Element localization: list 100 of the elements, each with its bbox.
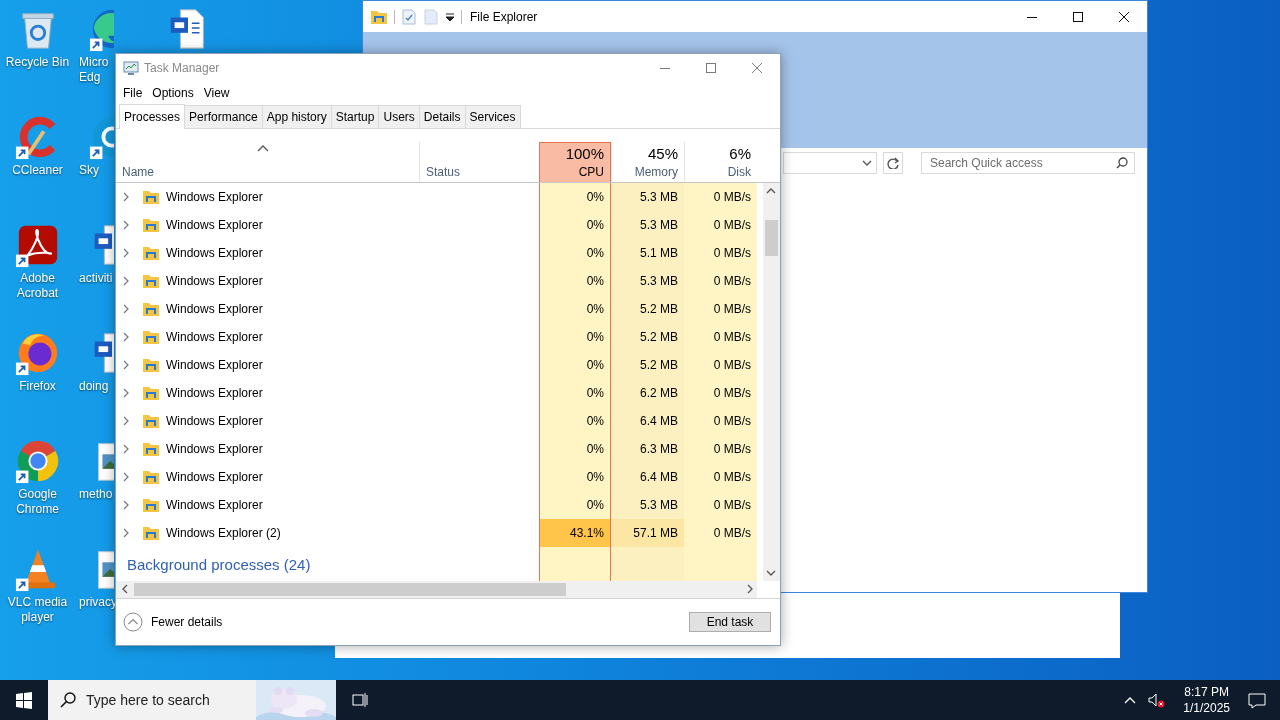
scrollbar-thumb[interactable] bbox=[134, 583, 566, 596]
refresh-button[interactable] bbox=[883, 152, 903, 174]
refresh-icon[interactable] bbox=[887, 157, 899, 169]
details-link[interactable]: Fewer details bbox=[151, 615, 223, 629]
chevron-right-icon[interactable] bbox=[122, 500, 130, 510]
chevron-right-icon[interactable] bbox=[122, 360, 130, 370]
table-cell bbox=[539, 547, 611, 581]
column-label: CPU bbox=[578, 165, 604, 179]
column-header[interactable]: Name bbox=[116, 142, 419, 182]
app-logo-icon[interactable] bbox=[14, 438, 61, 484]
table-cell: 6.2 MB bbox=[611, 379, 684, 407]
table-cell: 0 MB/s bbox=[684, 519, 757, 547]
scroll-right-icon[interactable] bbox=[746, 584, 754, 594]
collapse-circle-icon[interactable] bbox=[123, 612, 143, 632]
task-view-icon[interactable] bbox=[352, 692, 368, 708]
process-name: Windows Explorer bbox=[166, 330, 263, 344]
process-name: Windows Explorer bbox=[166, 218, 263, 232]
column-header[interactable]: 6% Disk bbox=[684, 142, 757, 182]
folder-icon bbox=[142, 216, 160, 234]
chevron-right-icon[interactable] bbox=[122, 388, 130, 398]
chevron-right-icon[interactable] bbox=[122, 248, 130, 258]
process-name: Windows Explorer bbox=[166, 302, 263, 316]
table-cell: 0 MB/s bbox=[684, 239, 757, 267]
window-title: Task Manager bbox=[144, 61, 220, 75]
horizontal-scrollbar[interactable] bbox=[116, 581, 757, 598]
clock[interactable]: 8:17 PM 1/1/2025 bbox=[1177, 684, 1236, 716]
table-cell: 5.2 MB bbox=[611, 351, 684, 379]
scrollbar-thumb[interactable] bbox=[765, 220, 778, 256]
folder-icon bbox=[142, 244, 160, 262]
search-icon[interactable] bbox=[1116, 157, 1128, 169]
table-cell: 43.1% bbox=[539, 519, 611, 547]
scroll-left-icon[interactable] bbox=[121, 584, 129, 594]
address-field[interactable] bbox=[783, 152, 877, 174]
search-field[interactable]: Search Quick access bbox=[921, 152, 1135, 174]
usage-percent: 100% bbox=[565, 145, 604, 162]
tab[interactable]: Details bbox=[418, 105, 466, 128]
chevron-right-icon[interactable] bbox=[122, 220, 130, 230]
column-header[interactable]: 100% CPU bbox=[539, 142, 611, 182]
table-cell: 5.3 MB bbox=[611, 267, 684, 295]
search-icon[interactable] bbox=[60, 692, 76, 708]
close-icon[interactable] bbox=[1119, 11, 1129, 22]
vertical-scrollbar[interactable] bbox=[763, 183, 780, 581]
table-cell: 5.3 MB bbox=[611, 491, 684, 519]
chevron-right-icon[interactable] bbox=[122, 528, 130, 538]
monitor-graph-icon bbox=[123, 60, 139, 76]
table-cell: 5.2 MB bbox=[611, 323, 684, 351]
tab[interactable]: Processes bbox=[119, 104, 186, 129]
table-cell: 0 MB/s bbox=[684, 407, 757, 435]
process-name: Windows Explorer (2) bbox=[166, 526, 281, 540]
clock-time: 8:17 PM bbox=[1184, 684, 1229, 700]
scroll-down-icon[interactable] bbox=[766, 569, 776, 577]
table-cell: 0 MB/s bbox=[684, 267, 757, 295]
tab[interactable]: Startup bbox=[330, 105, 380, 128]
table-cell: 0 MB/s bbox=[684, 323, 757, 351]
chevron-right-icon[interactable] bbox=[122, 192, 130, 202]
table-cell: 0% bbox=[539, 323, 611, 351]
chevron-right-icon[interactable] bbox=[122, 304, 130, 314]
speaker-muted-icon[interactable] bbox=[1148, 692, 1166, 708]
checklist-icon[interactable] bbox=[401, 8, 417, 25]
chevron-down-icon[interactable] bbox=[862, 158, 872, 168]
group-heading[interactable]: Background processes (24) bbox=[116, 547, 539, 581]
table-cell: 0 MB/s bbox=[684, 491, 757, 519]
table-cell: 0% bbox=[539, 351, 611, 379]
column-label: Memory bbox=[634, 165, 678, 179]
table-cell: 5.1 MB bbox=[611, 239, 684, 267]
tab[interactable]: Performance bbox=[184, 105, 263, 128]
menu-item[interactable]: File bbox=[118, 86, 148, 100]
table-cell: 0 MB/s bbox=[684, 351, 757, 379]
chevron-right-icon[interactable] bbox=[122, 416, 130, 426]
folder-icon bbox=[142, 356, 160, 374]
table-cell: 0 MB/s bbox=[684, 295, 757, 323]
scroll-up-icon[interactable] bbox=[766, 187, 776, 195]
chevron-right-icon[interactable] bbox=[122, 472, 130, 482]
maximize-icon[interactable] bbox=[1073, 11, 1083, 22]
tab[interactable]: Users bbox=[378, 105, 420, 128]
table-cell: 5.3 MB bbox=[611, 183, 684, 211]
chevron-up-icon[interactable] bbox=[1124, 696, 1137, 704]
sort-caret-icon[interactable] bbox=[257, 145, 269, 152]
notification-icon[interactable] bbox=[1248, 691, 1266, 709]
column-header[interactable]: 45% Memory bbox=[611, 142, 684, 182]
table-cell: 6.3 MB bbox=[611, 435, 684, 463]
menu-item[interactable]: View bbox=[198, 86, 235, 100]
search-field[interactable]: Type here to search bbox=[48, 680, 256, 720]
usage-percent: 6% bbox=[729, 145, 751, 162]
tab[interactable]: App history bbox=[261, 105, 332, 128]
tab[interactable]: Services bbox=[464, 105, 521, 128]
process-name: Windows Explorer bbox=[166, 498, 263, 512]
process-name: Windows Explorer bbox=[166, 414, 263, 428]
process-name: Windows Explorer bbox=[166, 442, 263, 456]
clock-date: 1/1/2025 bbox=[1183, 700, 1230, 716]
table-cell: 0 MB/s bbox=[684, 435, 757, 463]
table-cell: 5.2 MB bbox=[611, 295, 684, 323]
column-label: Status bbox=[426, 165, 461, 179]
menu-item[interactable]: Options bbox=[147, 86, 199, 100]
chevron-right-icon[interactable] bbox=[122, 444, 130, 454]
windows-logo-icon[interactable] bbox=[16, 691, 32, 709]
chevron-right-icon[interactable] bbox=[122, 332, 130, 342]
dropdown-icon[interactable] bbox=[445, 11, 455, 22]
chevron-right-icon[interactable] bbox=[122, 276, 130, 286]
end-task-button[interactable]: End task bbox=[689, 612, 771, 632]
